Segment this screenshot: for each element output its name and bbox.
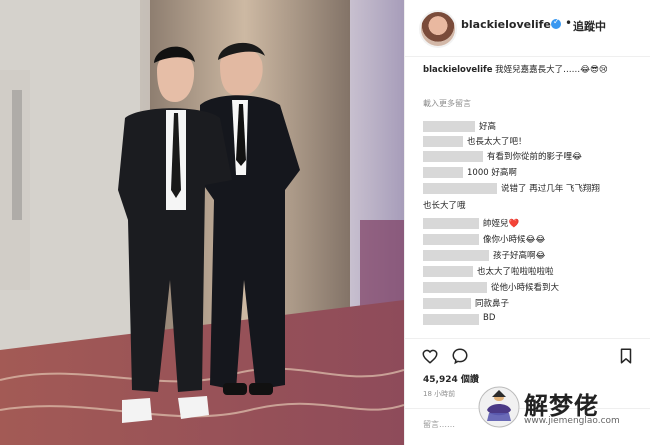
like-heart-icon[interactable] [421,347,439,365]
avatar[interactable] [419,10,457,48]
add-comment-placeholder: 留言…… [423,420,455,429]
comment-text: 也太大了啦啦啦啦啦 [477,267,554,277]
post-actions [405,338,650,369]
username-link[interactable]: blackielovelife [461,18,551,31]
comment-text: 说错了 再过几年 飞飞翔翔 [501,184,600,194]
post-photo[interactable] [0,0,404,445]
comment-text: 好高 [479,122,497,132]
caption: blackielovelife 我姪兒嘉嘉長大了……😂😎😢 [423,64,645,76]
post-header: blackielovelife • 追蹤中 [405,0,650,57]
blurred-username [423,298,471,309]
blurred-username [423,121,475,132]
blurred-username [423,167,463,178]
watermark-url: www.jiemenglao.com [524,416,620,426]
comment-text: 帥姪兒❤️ [483,219,520,229]
comment-text: 像你小時候😂😂 [483,235,546,245]
comment-text: 孩子好高啊😂 [493,251,546,261]
comment-text: 從他小時候看到大 [491,283,560,293]
comment-text: 同款鼻子 [475,299,510,309]
blurred-username [423,282,487,293]
blurred-username [423,266,473,277]
follow-separator: • [565,16,573,30]
following-button[interactable]: 追蹤中 [573,18,606,34]
comment-text: 也长大了哦 [423,201,466,211]
caption-username[interactable]: blackielovelife [423,65,492,75]
bookmark-icon[interactable] [617,347,635,365]
blurred-username [423,250,489,261]
verified-badge-icon [551,17,561,29]
watermark: 解梦佬 www.jiemenglao.com [478,384,650,445]
blurred-username [423,183,497,194]
post-time: 18 小時前 [423,390,456,398]
load-more-comments[interactable]: 載入更多留言 [423,98,471,109]
blurred-username [423,136,463,147]
robed-figure-logo-icon [478,386,520,428]
comment-text: 1000 好高啊 [467,168,517,178]
likes-count[interactable]: 45,924 個讚 [423,372,479,385]
caption-text: 我姪兒嘉嘉長大了……😂😎😢 [495,65,608,75]
blurred-username [423,151,483,162]
comment-bubble-icon[interactable] [451,347,469,365]
blurred-username [423,218,479,229]
blurred-username [423,234,479,245]
comment-text: 有看到你從前的影子哩😂 [487,152,582,162]
comment-text: BD [483,313,496,323]
comment-text: 也長太大了吧！ [467,137,527,147]
post-side-panel: blackielovelife • 追蹤中 blackielovelife 我姪… [404,0,650,445]
blurred-username [423,314,479,325]
